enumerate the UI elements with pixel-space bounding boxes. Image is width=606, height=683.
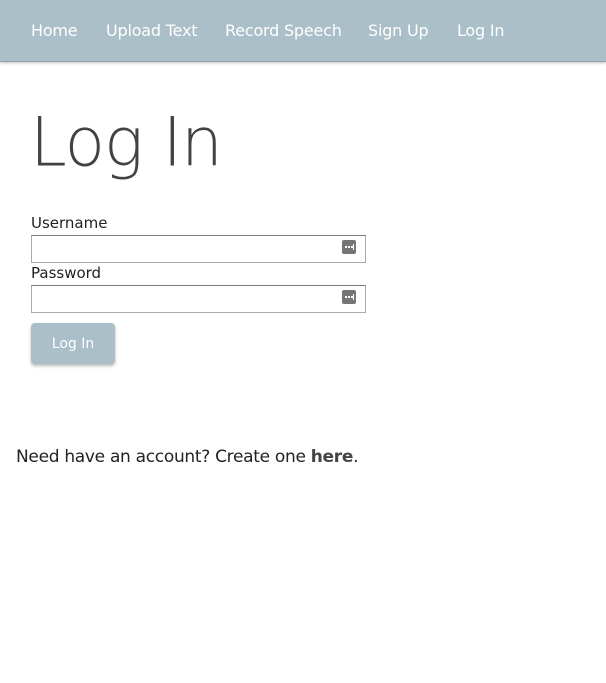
password-label: Password [31, 264, 102, 282]
create-account-prompt: Need have an account? Create one here. [16, 446, 359, 468]
top-navbar: Home Upload Text Record Speech Sign Up L… [0, 0, 606, 62]
create-account-period: . [353, 447, 359, 467]
password-field[interactable] [31, 285, 366, 313]
log-in-button[interactable]: Log In [31, 323, 115, 364]
nav-link-upload-text[interactable]: Upload Text [106, 21, 198, 41]
nav-link-sign-up[interactable]: Sign Up [368, 21, 429, 41]
page-title: Log In [30, 98, 223, 188]
page-title-text: Log In [30, 103, 223, 182]
nav-link-home[interactable]: Home [31, 21, 78, 41]
create-account-text: Need have an account? Create one [16, 447, 311, 467]
username-autofill-key-icon[interactable] [342, 240, 356, 254]
nav-link-log-in[interactable]: Log In [457, 21, 505, 41]
create-account-link[interactable]: here [311, 447, 354, 467]
nav-link-record-speech[interactable]: Record Speech [225, 21, 342, 41]
username-field[interactable] [31, 235, 366, 263]
password-autofill-key-icon[interactable] [342, 290, 356, 304]
username-label: Username [31, 214, 108, 232]
